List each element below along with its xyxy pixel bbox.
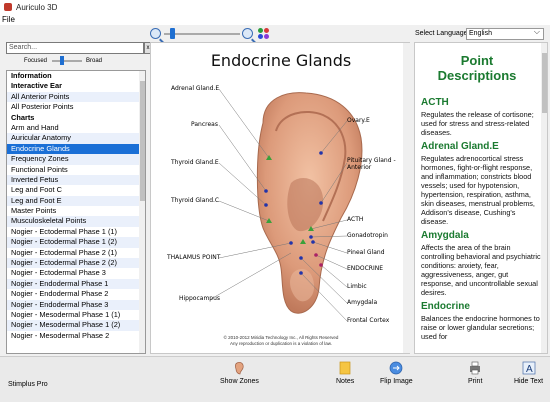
descriptions-content: ACTH Regulates the release of cortisone; … (421, 93, 541, 344)
scope-slider-thumb[interactable] (60, 56, 64, 65)
menu-bar: File (0, 14, 550, 25)
color-options-icon[interactable] (258, 28, 272, 40)
zoom-in-icon[interactable] (242, 28, 253, 39)
descriptions-heading-text: Point Descriptions (437, 53, 517, 83)
print-button[interactable]: Print (468, 361, 482, 385)
list-item[interactable]: All Posterior Points (7, 102, 145, 112)
list-scrollbar-thumb[interactable] (140, 81, 145, 201)
chart-panel: Endocrine Glands Adrenal Gland.E Pancrea… (150, 42, 411, 354)
title-bar: Auriculo 3D (0, 0, 550, 14)
label-thalamus-point: THALAMUS POINT (167, 254, 221, 261)
app-logo-icon (4, 3, 12, 11)
label-pancreas: Pancreas (191, 121, 218, 128)
description-title: Adrenal Gland.E (421, 141, 499, 152)
list-item[interactable]: Nogier - Ectodermal Phase 3 (7, 268, 145, 278)
printer-icon (470, 361, 481, 375)
list-item[interactable]: Musculoskeletal Points (7, 216, 145, 227)
search-input[interactable]: Search... (6, 42, 144, 54)
list-item[interactable]: Nogier - Ectodermal Phase 2 (2) (7, 258, 145, 269)
language-label: Select Language: (415, 30, 470, 37)
description-text: Regulates the release of cortisone; used… (421, 110, 534, 137)
list-item[interactable]: Arm and Hand (7, 123, 145, 133)
list-item[interactable]: Nogier - Ectodermal Phase 2 (1) (7, 248, 145, 258)
label-ovary-e: Ovary.E (347, 117, 370, 124)
chart-list: Information Interactive Ear All Anterior P… (6, 70, 146, 354)
list-category[interactable]: Charts (7, 113, 145, 123)
label-pineal-gland: Pineal Gland (347, 249, 385, 256)
descriptions-scrollbar[interactable] (541, 43, 547, 353)
print-label: Print (468, 378, 483, 385)
focused-label: Focused (24, 58, 48, 64)
description-title: Endocrine (421, 301, 470, 312)
window-title: Auriculo 3D (16, 2, 58, 12)
list-item[interactable]: Endocrine Glands (7, 143, 145, 155)
label-thyroid-gland-c: Thyroid Gland.C (171, 197, 220, 204)
list-item[interactable]: Leg and Foot C (7, 185, 145, 195)
label-amygdala: Amygdala (347, 299, 378, 306)
copyright-text: © 2010-2012 Miridia Technology Inc., All… (151, 335, 411, 347)
list-item[interactable]: All Anterior Points (7, 91, 145, 103)
svg-text:A: A (526, 364, 533, 375)
label-frontal-cortex: Frontal Cortex (347, 317, 390, 324)
hide-text-label: Hide Text (514, 378, 544, 385)
text-icon: A (522, 361, 535, 375)
show-zones-button[interactable]: Show Zones (220, 361, 259, 385)
label-adrenal-gland-e: Adrenal Gland.E (171, 85, 220, 92)
chart-scrollbar[interactable] (403, 43, 411, 353)
brand-text: Stimplus Pro (8, 381, 48, 388)
label-thyroid-gland-e: Thyroid Gland.E (171, 159, 219, 166)
descriptions-heading: Point Descriptions (415, 53, 539, 83)
menu-file[interactable]: File (2, 15, 15, 24)
list-item[interactable]: Nogier - Mesodermal Phase 1 (2) (7, 320, 145, 331)
description-title: Amygdala (421, 230, 469, 241)
list-item[interactable]: Leg and Foot E (7, 195, 145, 207)
bottom-toolbar: Stimplus Pro Show Zones Notes Flip Image… (0, 356, 550, 402)
list-item[interactable]: Inverted Fetus (7, 174, 145, 186)
list-category[interactable]: Interactive Ear (7, 81, 145, 91)
label-pituitary-gland-anterior: Pituitary Gland - Anterior (347, 157, 396, 171)
notes-label: Notes (336, 378, 355, 385)
label-endocrine: ENDOCRINE (347, 265, 384, 272)
language-select[interactable]: English (466, 27, 544, 40)
list-category[interactable]: Information (7, 71, 145, 81)
zoom-slider[interactable] (164, 33, 240, 35)
list-item[interactable]: Nogier - Endodermal Phase 1 (7, 278, 145, 290)
flip-image-button[interactable]: Flip Image (380, 361, 413, 385)
list-item[interactable]: Frequency Zones (7, 154, 145, 165)
show-zones-label: Show Zones (220, 378, 259, 385)
descriptions-scrollbar-thumb[interactable] (542, 53, 547, 113)
copyright-line-2: Any reproduction or duplication is a vio… (229, 341, 333, 346)
list-item[interactable]: Nogier - Mesodermal Phase 2 (7, 331, 145, 341)
label-hippocampus: Hippocampus (179, 295, 221, 302)
ear-icon (235, 362, 244, 375)
description-text: Affects the area of the brain controllin… (421, 243, 541, 297)
hide-text-button[interactable]: A Hide Text (514, 361, 543, 385)
description-title: ACTH (421, 97, 449, 108)
flip-image-label: Flip Image (380, 378, 413, 385)
list-item[interactable]: Nogier - Ectodermal Phase 1 (1) (7, 227, 145, 237)
notes-button[interactable]: Notes (336, 361, 354, 385)
zoom-slider-thumb[interactable] (170, 28, 175, 39)
list-item[interactable]: Master Points (7, 206, 145, 216)
descriptions-panel: Point Descriptions ACTH Regulates the rel… (414, 42, 548, 354)
list-item[interactable]: Nogier - Endodermal Phase 2 (7, 289, 145, 299)
list-item[interactable]: Nogier - Endodermal Phase 3 (7, 299, 145, 310)
flip-icon (389, 361, 403, 375)
left-panel: Search... x Focused Broad Information Int… (6, 42, 152, 354)
list-item[interactable]: Auricular Anatomy (7, 133, 145, 144)
scope-slider[interactable] (52, 60, 82, 62)
notes-icon (339, 361, 351, 375)
list-item[interactable]: Nogier - Mesodermal Phase 1 (1) (7, 310, 145, 320)
list-item[interactable]: Nogier - Ectodermal Phase 1 (2) (7, 237, 145, 248)
brand-label: Stimplus Pro (8, 381, 48, 388)
description-text: Balances the endocrine hormones to raise… (421, 314, 540, 341)
label-gonadotropin: Gonadotropin (347, 232, 388, 239)
label-acth: ACTH (347, 216, 364, 223)
label-limbic: Limbic (347, 283, 367, 290)
list-scrollbar[interactable] (139, 71, 145, 353)
list-item[interactable]: Functional Points (7, 165, 145, 175)
zoom-out-icon[interactable] (150, 28, 161, 39)
description-text: Regulates adrenocortical stress hormones… (421, 154, 535, 226)
broad-label: Broad (86, 58, 103, 64)
